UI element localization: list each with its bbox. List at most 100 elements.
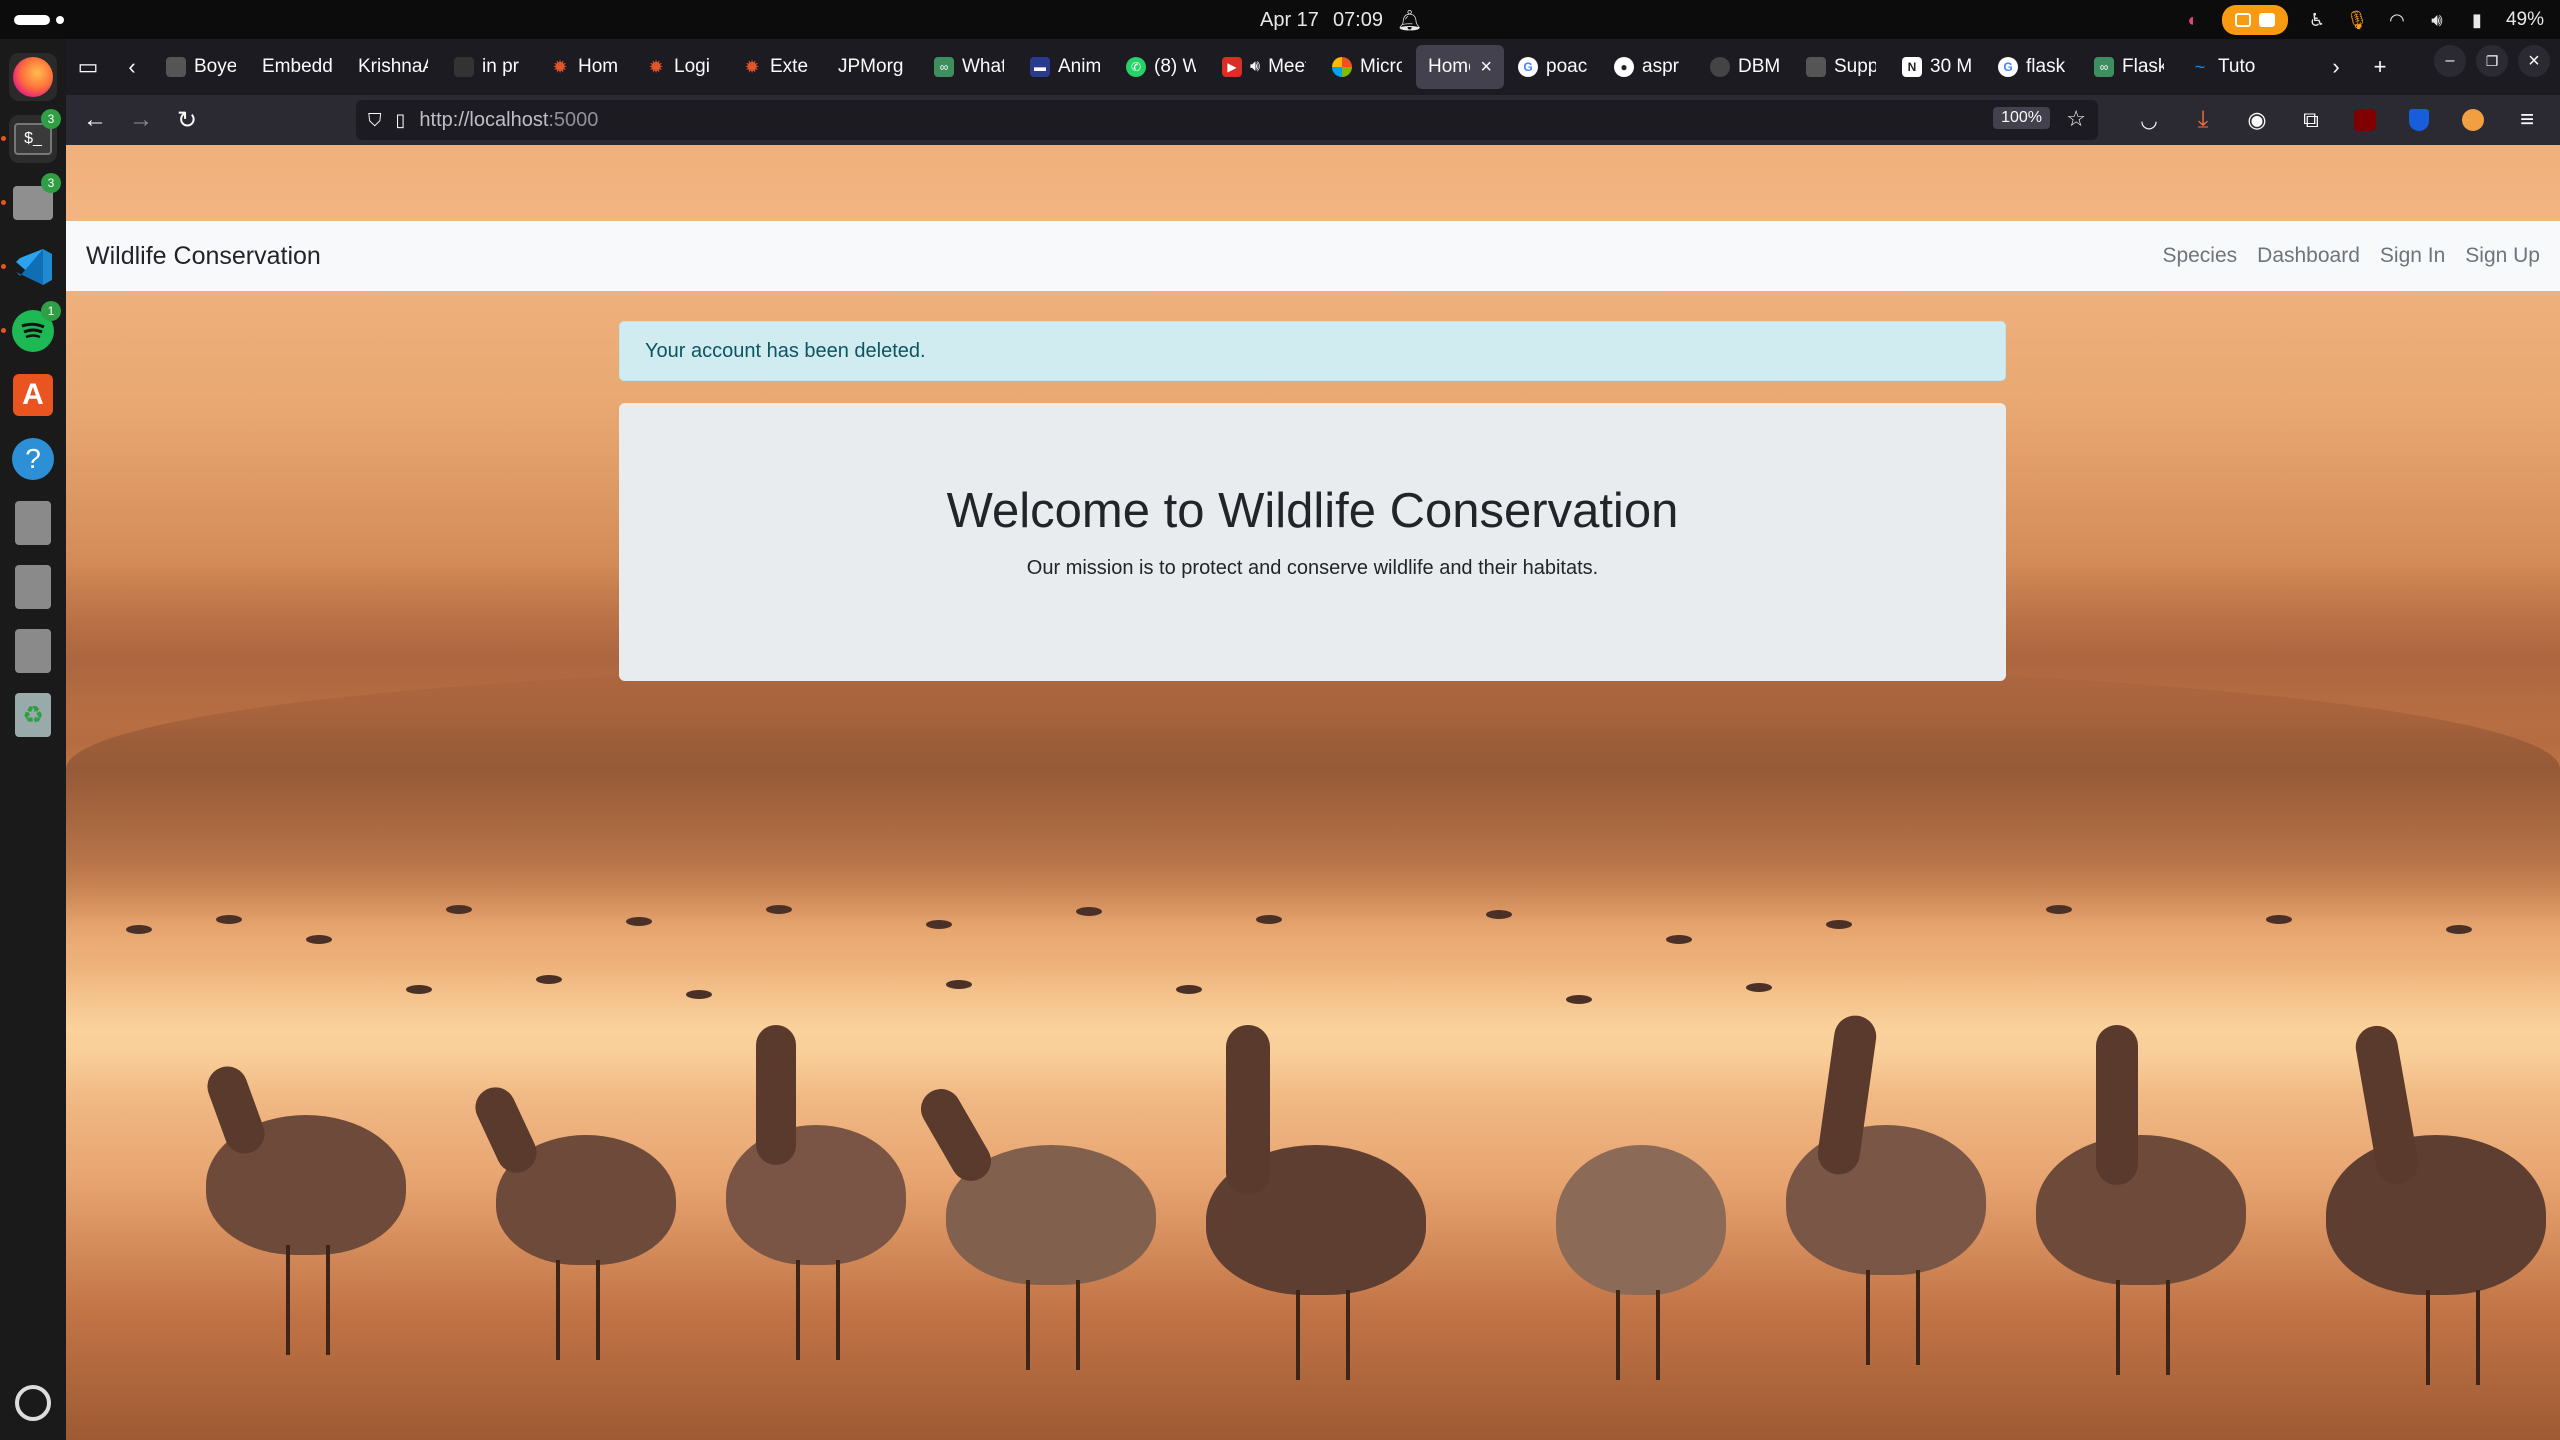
tab[interactable]: Supp [1794, 45, 1888, 89]
close-tab-icon[interactable]: × [1480, 56, 1492, 79]
tab[interactable]: Gflask [1986, 45, 2080, 89]
tab-label: poac [1546, 56, 1588, 77]
dock-drive-3[interactable] [9, 627, 57, 675]
extensions-button[interactable]: ⧉ [2288, 100, 2334, 140]
tab[interactable]: ✹ Logi [634, 45, 728, 89]
face-icon [2462, 109, 2484, 131]
speaker-icon[interactable]: 🔊︎ [1250, 58, 1260, 76]
tab[interactable]: ∞ Flask [2082, 45, 2176, 89]
ublock-button[interactable] [2342, 100, 2388, 140]
microphone-icon[interactable]: 🎙︎ [2346, 9, 2369, 31]
tab[interactable]: N 30 M [1890, 45, 1984, 89]
tab[interactable]: in pr [442, 45, 536, 89]
activities-button[interactable] [14, 15, 64, 25]
dock-files[interactable]: 3 [1, 173, 61, 227]
address-bar[interactable]: ⛉ ▯ http://localhost:5000 100% ☆ [356, 100, 2098, 140]
tab-overview-button[interactable]: ▭ [66, 45, 110, 89]
menu-button[interactable]: ≡ [2504, 100, 2550, 140]
forward-button[interactable]: → [118, 100, 164, 140]
downloads-button[interactable]: ⤓ [2180, 100, 2226, 140]
time-label: 07:09 [1332, 9, 1383, 31]
tab[interactable]: ~ Tuto [2178, 45, 2272, 89]
page-title: Welcome to Wildlife Conservation [946, 484, 1679, 538]
nav-link-dashboard[interactable]: Dashboard [2257, 244, 2360, 268]
tab[interactable]: Gpoac [1506, 45, 1600, 89]
tab[interactable]: JPMorg [826, 45, 920, 89]
maximize-button[interactable]: ❐ [2476, 45, 2508, 77]
pelican [913, 1081, 1176, 1405]
dock-show-apps[interactable] [9, 1379, 57, 1427]
page-icon: ▯ [395, 109, 406, 130]
dock-help[interactable]: ? [9, 435, 57, 483]
distant-bird [1746, 983, 1772, 992]
hamburger-menu-icon: ≡ [2519, 106, 2534, 133]
battery-icon[interactable]: ▮ [2466, 9, 2488, 31]
tab-active[interactable]: Home × [1416, 45, 1504, 89]
tab[interactable]: ▶ 🔊︎ Meet [1210, 45, 1318, 89]
tab-favicon-icon: ∞ [2094, 57, 2114, 77]
nav-link-sign-in[interactable]: Sign In [2380, 244, 2445, 268]
tab[interactable]: ▬ Anim [1018, 45, 1112, 89]
distant-bird [1176, 985, 1202, 994]
reload-button[interactable]: ↻ [164, 100, 210, 140]
distant-bird [626, 917, 652, 926]
tab[interactable]: ✹ Exte [730, 45, 824, 89]
dock-drive-1[interactable] [9, 499, 57, 547]
screen-recording-indicator[interactable] [2221, 5, 2288, 35]
tab[interactable]: ✹ Hom [538, 45, 632, 89]
site-brand-link[interactable]: Wildlife Conservation [86, 242, 321, 271]
new-tab-button[interactable]: + [2358, 45, 2402, 89]
bookmark-star-icon[interactable]: ☆ [2066, 106, 2086, 132]
tab-label: KrishnaA [358, 56, 428, 77]
tab[interactable]: ✆ (8) W [1114, 45, 1208, 89]
tab-label: Tuto [2218, 56, 2256, 77]
tab[interactable]: DBM [1698, 45, 1792, 89]
tab-label: Micro [1360, 56, 1402, 77]
nav-link-sign-up[interactable]: Sign Up [2465, 244, 2540, 268]
back-button[interactable]: ← [72, 100, 118, 140]
files-badge: 3 [41, 173, 61, 193]
tab[interactable]: ∞ What [922, 45, 1016, 89]
tab[interactable]: Embedd [250, 45, 344, 89]
account-icon: ◉ [2247, 107, 2267, 132]
mission-text: Our mission is to protect and conserve w… [1026, 557, 1599, 579]
extension-button[interactable] [2450, 100, 2496, 140]
bitwarden-button[interactable] [2396, 100, 2442, 140]
account-button[interactable]: ◉ [2234, 100, 2280, 140]
battery-percent: 49% [2505, 9, 2544, 30]
url-port: :5000 [548, 108, 599, 131]
color-picker-icon[interactable]: ◐ [2182, 9, 2204, 31]
dock-terminal[interactable]: $_ 3 [1, 109, 61, 163]
zoom-indicator[interactable]: 100% [1993, 107, 2050, 129]
dock-vscode[interactable] [1, 243, 57, 291]
close-window-button[interactable]: × [2518, 45, 2550, 77]
pelican [1766, 1012, 2026, 1395]
distant-bird [1076, 907, 1102, 916]
accessibility-icon[interactable]: ♿︎ [2306, 9, 2328, 31]
ubuntu-logo-icon [15, 1385, 51, 1421]
dock-app-center[interactable]: A [9, 371, 57, 419]
scroll-tabs-right-button[interactable]: › [2314, 45, 2358, 89]
tab-label: What [962, 56, 1004, 77]
shield-icon: ⛉ [368, 109, 382, 130]
minimize-button[interactable]: – [2434, 45, 2466, 77]
tab[interactable]: KrishnaA [346, 45, 440, 89]
wifi-icon[interactable]: ◠ [2386, 9, 2408, 31]
dock-trash[interactable]: ♻ [9, 691, 57, 739]
dock-spotify[interactable]: 1 [1, 301, 61, 355]
scroll-tabs-left-button[interactable]: ‹ [110, 45, 154, 89]
terminal-badge: 3 [41, 109, 61, 129]
nav-link-species[interactable]: Species [2162, 244, 2237, 268]
tab[interactable]: Boye [154, 45, 248, 89]
tab-label: Home [1428, 56, 1470, 77]
reload-icon: ↻ [176, 106, 198, 134]
dock-firefox[interactable] [9, 53, 57, 101]
volume-icon[interactable]: 🔊︎ [2426, 9, 2448, 31]
tab[interactable]: Micro [1320, 45, 1414, 89]
url-text: http://localhost:5000 [419, 109, 598, 132]
tab[interactable]: ● aspr [1602, 45, 1696, 89]
system-tray[interactable]: ◐ ♿︎ 🎙︎ ◠ 🔊︎ ▮ 49% [2182, 5, 2544, 35]
clock[interactable]: Apr 17 07:09 🔔︎ [1260, 8, 1422, 33]
pocket-button[interactable]: ◡ [2126, 100, 2172, 140]
dock-drive-2[interactable] [9, 563, 57, 611]
